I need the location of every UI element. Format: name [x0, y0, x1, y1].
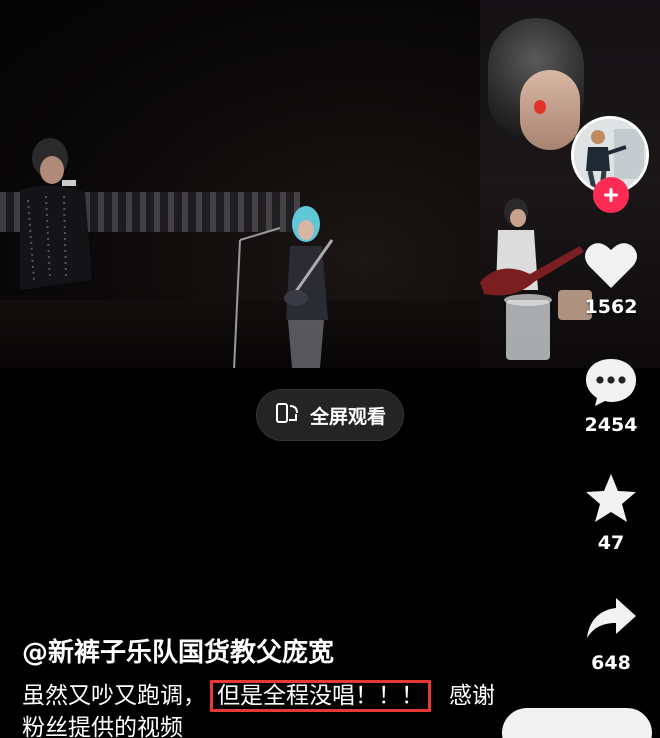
author-handle[interactable]: @新裤子乐队国货教父庞宽	[22, 632, 334, 669]
fullscreen-icon	[274, 400, 300, 430]
screen-closeup-face	[520, 70, 580, 150]
caption-start: 虽然又吵又跑调，	[22, 683, 206, 709]
like-button[interactable]: 1562	[575, 240, 647, 318]
favorite-button[interactable]: 47	[575, 472, 647, 554]
bassist-figure	[233, 206, 334, 368]
heart-icon	[585, 243, 637, 288]
video-player[interactable]	[0, 0, 660, 368]
follow-button[interactable]	[593, 177, 629, 213]
caption-highlight-box: 但是全程没唱！！！	[210, 680, 431, 712]
post-caption: 虽然又吵又跑调， 但是全程没唱！！！ 感谢 粉丝提供的视频	[22, 680, 522, 738]
singer-figure	[20, 138, 92, 290]
caption-line-2: 粉丝提供的视频	[22, 715, 183, 738]
star-icon	[586, 474, 636, 522]
plus-icon	[604, 188, 618, 202]
in-ear-monitor	[534, 100, 546, 114]
fullscreen-label: 全屏观看	[309, 405, 386, 428]
caption-end: 感谢	[449, 683, 495, 709]
fullscreen-button[interactable]: 全屏观看	[256, 389, 404, 441]
like-count: 1562	[584, 296, 638, 318]
comment-icon	[586, 359, 636, 406]
favorite-count: 47	[597, 532, 625, 554]
video-feed-screen: 全屏观看 1562 2454 47 648 @新裤子乐队国货教父庞宽 虽然又吵又…	[0, 0, 660, 738]
share-count: 648	[591, 652, 631, 674]
comment-count: 2454	[584, 414, 638, 436]
comment-button[interactable]: 2454	[575, 356, 647, 436]
music-pill-button[interactable]	[502, 708, 652, 738]
share-icon	[587, 598, 636, 638]
share-button[interactable]: 648	[575, 594, 647, 674]
